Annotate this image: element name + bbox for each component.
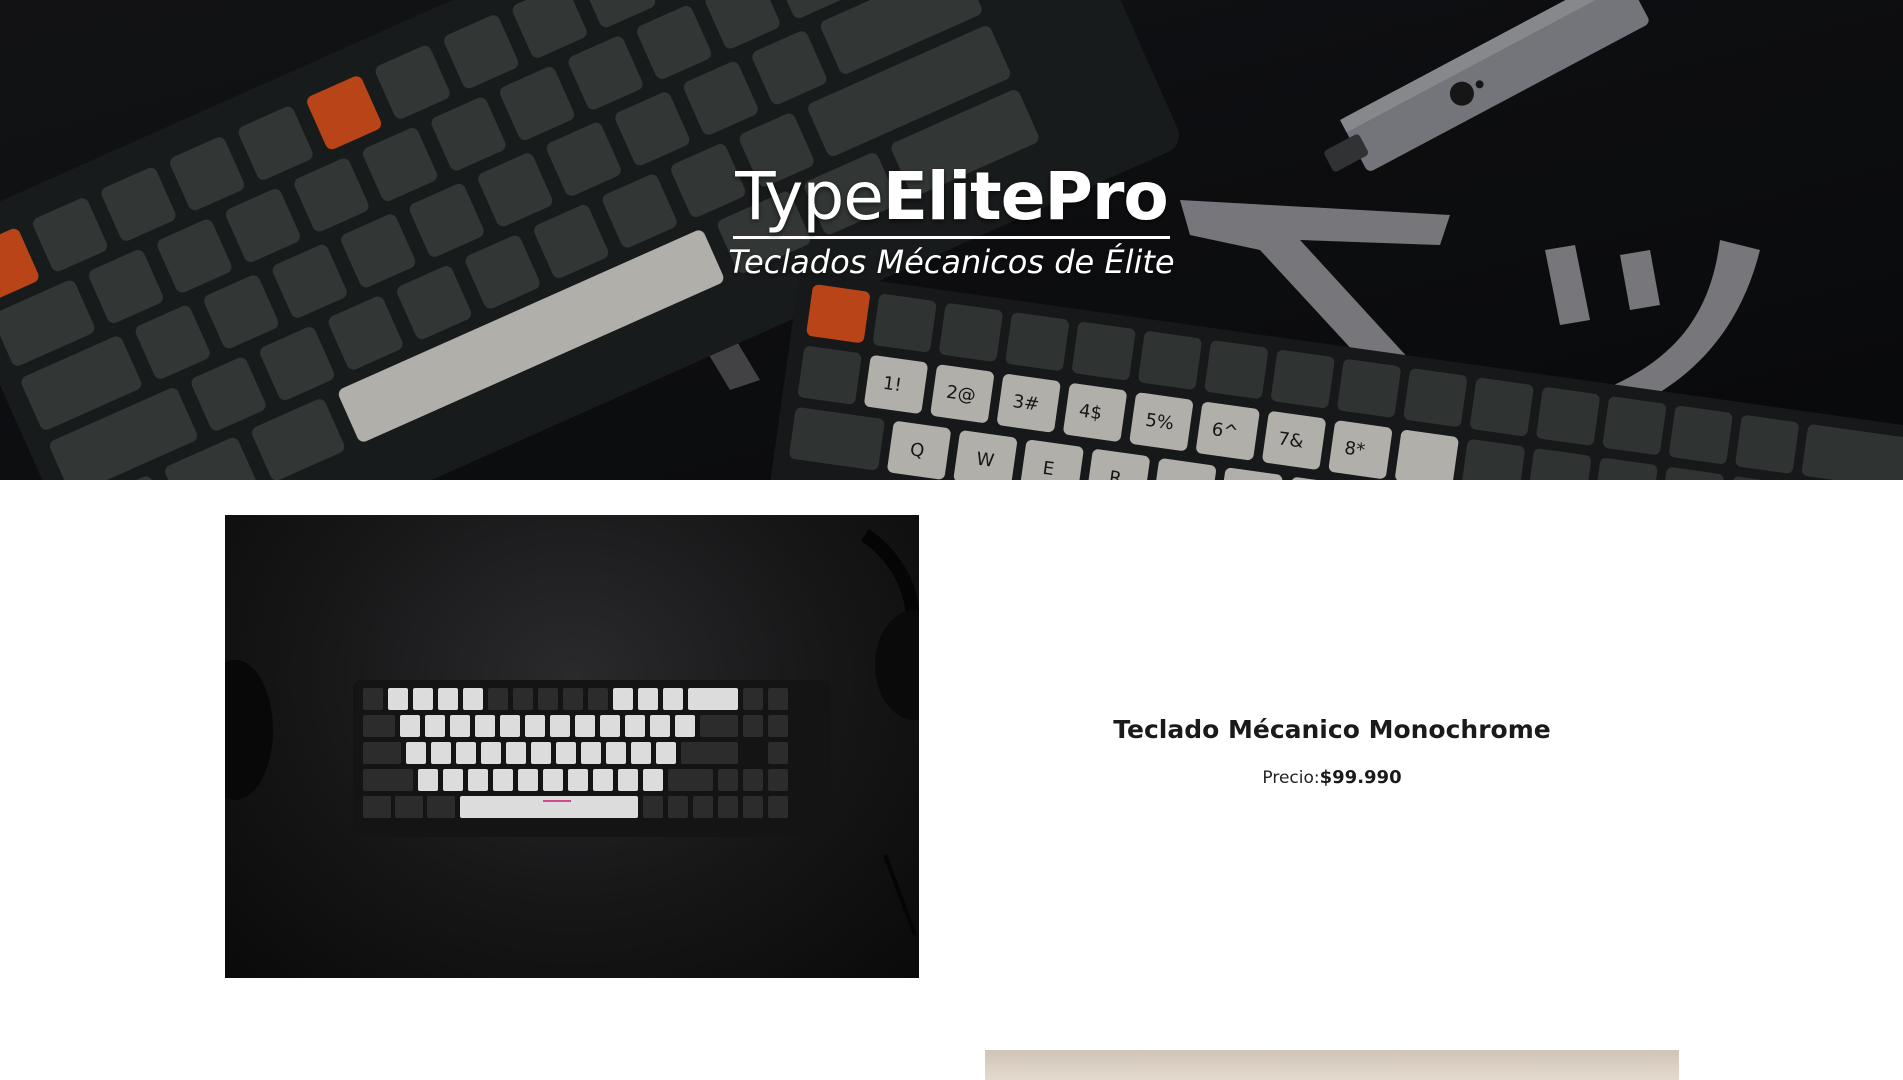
brand-header: TypeElitePro Teclados Mécanicos de Élite: [0, 160, 1903, 282]
product-price: Precio:$99.990: [985, 766, 1679, 790]
brand-tagline: Teclados Mécanicos de Élite: [728, 243, 1175, 281]
product-name[interactable]: Teclado Mécanico Monochrome: [985, 700, 1679, 760]
price-value: $99.990: [1319, 767, 1402, 788]
hero-banner: 1! 2@ 3# 4$ 5% 6^ 7& 8* Q W E R TypeElit…: [0, 0, 1903, 480]
product-image-monochrome[interactable]: [225, 515, 919, 978]
site-logo-title[interactable]: TypeElitePro: [733, 160, 1170, 239]
product-info-monochrome: Teclado Mécanico Monochrome Precio:$99.9…: [985, 700, 1679, 790]
price-label: Precio:: [1262, 768, 1320, 788]
product-image-next[interactable]: [985, 1050, 1679, 1080]
keyboard-photo-illustration: [225, 529, 919, 936]
brand-title-bold: ElitePro: [882, 158, 1169, 235]
brand-title-light: Type: [735, 158, 884, 235]
